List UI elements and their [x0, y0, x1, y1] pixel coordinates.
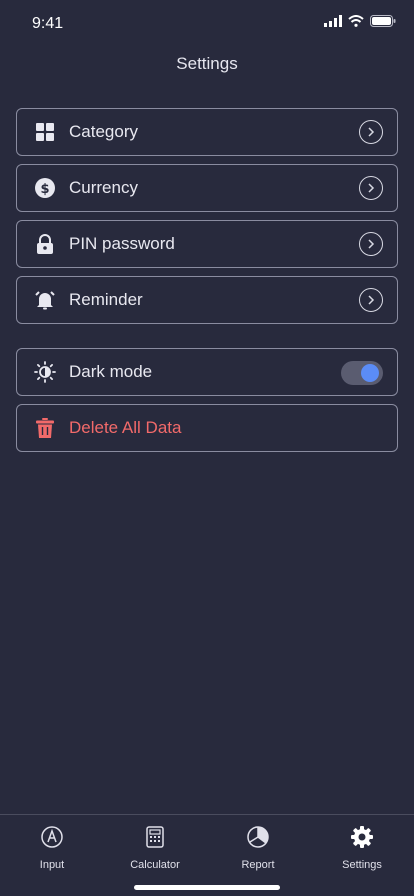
battery-icon: [370, 15, 396, 27]
tab-settings[interactable]: Settings: [322, 825, 402, 871]
menu-item-reminder[interactable]: Reminder: [16, 276, 398, 324]
pie-chart-icon: [247, 826, 269, 848]
brightness-icon: [34, 361, 56, 383]
pen-icon: [41, 826, 63, 848]
chevron-right-icon[interactable]: [359, 232, 383, 256]
page-title: Settings: [176, 54, 238, 73]
trash-icon: [34, 417, 56, 439]
dollar-icon: $: [34, 177, 56, 199]
calculator-icon: [146, 826, 164, 848]
menu-item-category[interactable]: Category: [16, 108, 398, 156]
tab-bar: Input Calculator Report Settings: [0, 814, 414, 896]
tab-label: Calculator: [130, 859, 180, 871]
chevron-right-icon[interactable]: [359, 288, 383, 312]
wifi-icon: [348, 15, 364, 27]
grid-icon: [34, 121, 56, 143]
signal-icon: [324, 15, 342, 27]
bell-icon: [34, 289, 56, 311]
delete-all-data-button[interactable]: Delete All Data: [16, 404, 398, 452]
tab-report[interactable]: Report: [218, 825, 298, 871]
tab-label: Settings: [342, 859, 382, 871]
status-bar: 9:41: [0, 0, 414, 46]
menu-item-pin-password[interactable]: PIN password: [16, 220, 398, 268]
tab-input[interactable]: Input: [12, 825, 92, 871]
settings-menu: Category $ Currency PIN password Reminde…: [16, 108, 398, 332]
dark-mode-row[interactable]: Dark mode: [16, 348, 398, 396]
chevron-right-icon[interactable]: [359, 176, 383, 200]
status-icons: [324, 15, 396, 27]
delete-all-data-label: Delete All Data: [69, 418, 182, 437]
toggle-knob: [361, 364, 379, 382]
menu-item-label: Category: [69, 122, 138, 141]
chevron-right-icon[interactable]: [359, 120, 383, 144]
svg-text:$: $: [40, 182, 49, 197]
gear-icon: [351, 826, 373, 848]
settings-options: Dark mode Delete All Data: [16, 348, 398, 460]
menu-item-label: PIN password: [69, 234, 175, 253]
lock-icon: [34, 233, 56, 255]
tab-label: Report: [241, 859, 275, 871]
menu-item-label: Currency: [69, 178, 138, 197]
menu-item-currency[interactable]: $ Currency: [16, 164, 398, 212]
dark-mode-label: Dark mode: [69, 362, 153, 381]
status-time: 9:41: [32, 15, 64, 32]
tab-label: Input: [39, 859, 65, 871]
tab-calculator[interactable]: Calculator: [115, 825, 195, 871]
dark-mode-toggle[interactable]: [341, 361, 383, 385]
home-indicator: [134, 885, 280, 890]
menu-item-label: Reminder: [69, 290, 143, 309]
